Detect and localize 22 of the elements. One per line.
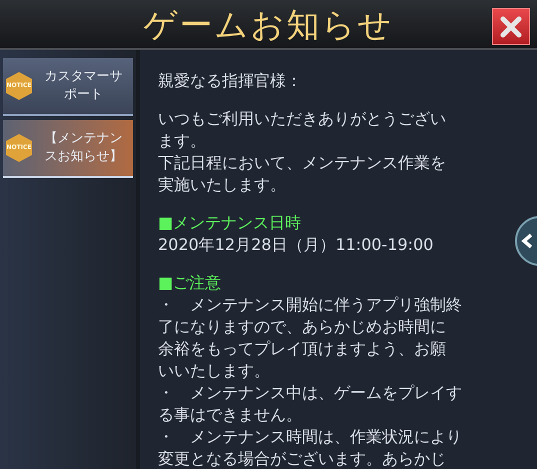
notice-text: 変更となる場合がございます。あらかじ	[158, 448, 446, 469]
section-heading: ■ご注意	[158, 272, 222, 294]
window-title: ゲームお知らせ	[144, 8, 394, 40]
tab-label: 【メンテナン スお知らせ】	[44, 130, 124, 166]
notice-text: ・ メンテナンス時間は、作業状況により	[158, 426, 462, 448]
close-icon	[499, 14, 523, 38]
chevron-left-icon	[521, 233, 533, 249]
notice-text: いいたします。	[158, 360, 270, 382]
notice-text: いつもご利用いただきありがとうござい	[158, 108, 446, 130]
notice-text: 了になりますので、あらかじめお時間に	[158, 316, 446, 338]
notice-text: 余裕をもってプレイ頂けますよう、お願	[158, 338, 446, 360]
notice-text: 2020年12月28日（月）11:00-19:00	[158, 234, 434, 256]
tab-label: カスタマーサ ポート	[44, 68, 124, 104]
notice-text: ・ メンテナンス中は、ゲームをプレイす	[158, 382, 462, 404]
notice-text: ・ メンテナンス開始に伴うアプリ強制終	[158, 294, 462, 316]
notice-text: 実施いたします。	[158, 174, 286, 196]
notice-text: 下記日程において、メンテナンス作業を	[158, 152, 446, 174]
notice-text: ます。	[158, 130, 206, 152]
notice-text: る事はできません。	[158, 404, 302, 426]
close-button[interactable]	[492, 8, 530, 45]
notice-text: 親愛なる指揮官様：	[158, 70, 302, 92]
section-heading: ■メンテナンス日時	[158, 212, 302, 234]
